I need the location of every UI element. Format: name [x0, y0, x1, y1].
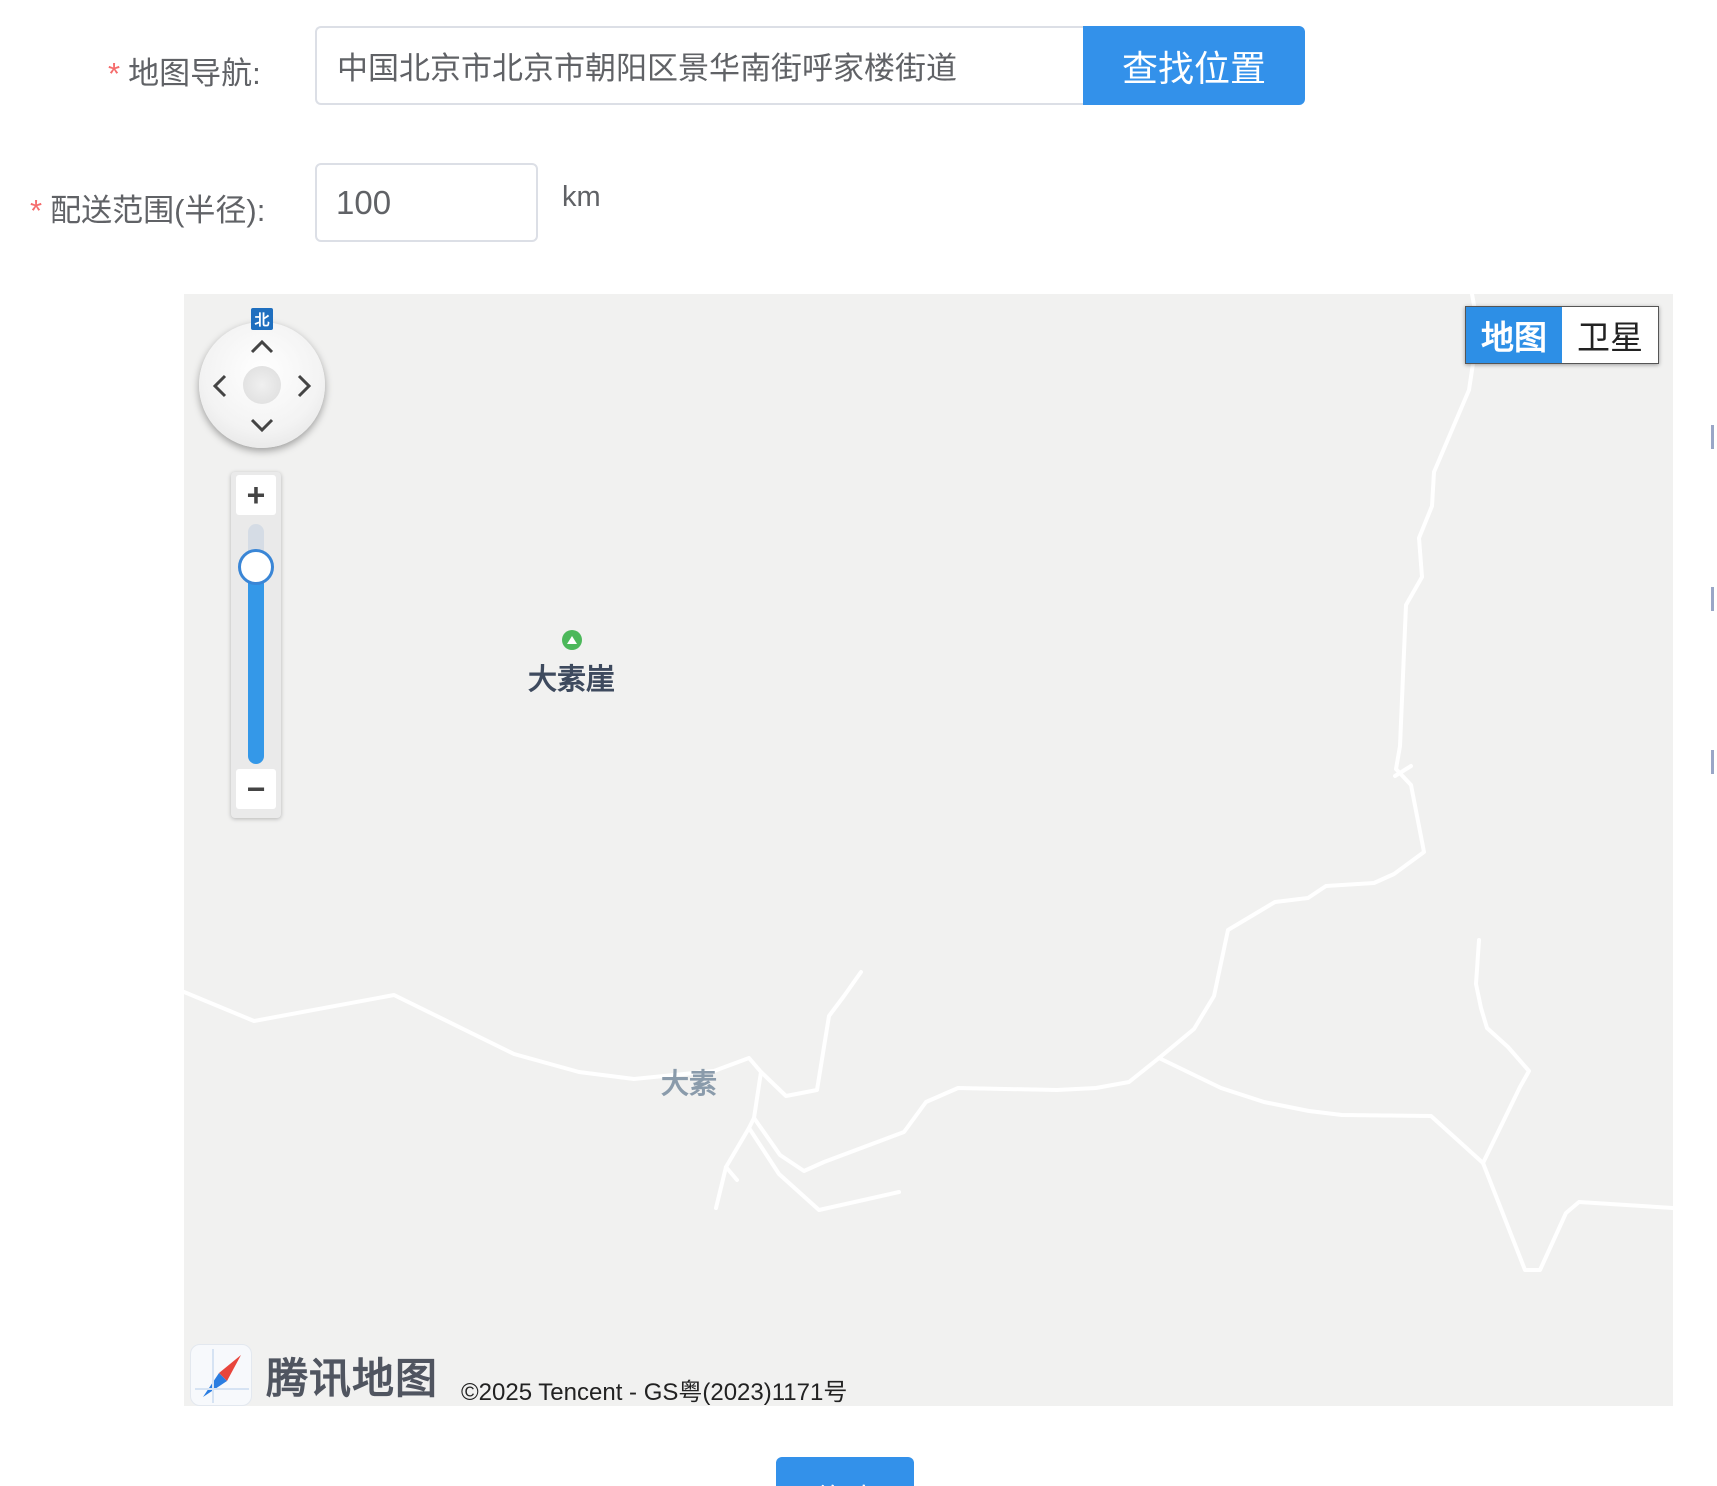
pan-center[interactable]	[243, 366, 281, 404]
pan-up-icon[interactable]	[247, 332, 277, 362]
tencent-map-brand: 腾讯地图	[266, 1354, 439, 1402]
road	[1157, 1056, 1673, 1272]
map-type-satellite[interactable]: 卫星	[1562, 307, 1658, 363]
scrollbar[interactable]	[1709, 0, 1717, 1486]
road	[1157, 294, 1479, 1060]
map-type-toggle: 地图 卫星	[1465, 306, 1659, 364]
required-star: *	[108, 56, 121, 91]
radius-input-value: 100	[336, 183, 392, 221]
map-roads	[184, 294, 1673, 1272]
pan-left-icon[interactable]	[205, 371, 235, 401]
pan-control: 北	[199, 308, 329, 448]
map-copyright: ©2025 Tencent - GS粤(2023)1171号	[461, 1379, 848, 1406]
map-canvas[interactable]: 北 + − 地图 卫星 大素崖 大素 腾讯地图 ©2025 Tencent - …	[184, 294, 1673, 1406]
zoom-out-button[interactable]: −	[236, 769, 276, 809]
road	[759, 970, 863, 1098]
tencent-map-logo: 腾讯地图	[190, 1344, 438, 1406]
pan-right-icon[interactable]	[289, 371, 319, 401]
map-type-map[interactable]: 地图	[1466, 307, 1562, 363]
radius-input[interactable]: 100	[315, 163, 538, 242]
radius-label-text: 配送范围(半径):	[50, 193, 266, 228]
zoom-slider-fill	[248, 567, 264, 764]
zoom-control: + −	[231, 472, 281, 818]
road	[724, 1165, 739, 1182]
road	[1474, 938, 1531, 1165]
mountain-icon	[567, 636, 577, 644]
address-label: * 地图导航:	[108, 48, 261, 93]
place-label: 大素	[661, 1068, 718, 1099]
radius-label: * 配送范围(半径):	[30, 185, 265, 230]
road	[752, 1056, 1161, 1173]
required-star: *	[30, 193, 43, 228]
address-label-text: 地图导航:	[128, 56, 261, 91]
zoom-in-button[interactable]: +	[236, 475, 276, 515]
zoom-slider-handle[interactable]	[238, 549, 274, 586]
radius-unit: km	[562, 181, 601, 213]
submit-button[interactable]: 修改	[776, 1457, 914, 1486]
compass-needle-icon	[195, 1349, 249, 1403]
tencent-map-logo-icon	[190, 1344, 252, 1406]
poi-label[interactable]: 大素崖	[528, 656, 615, 698]
north-indicator: 北	[251, 308, 273, 330]
mountain-poi-icon[interactable]	[562, 630, 582, 650]
address-input-value: 中国北京市北京市朝阳区景华南街呼家楼街道	[337, 51, 957, 86]
address-input[interactable]: 中国北京市北京市朝阳区景华南街呼家楼街道	[315, 26, 1084, 105]
pan-down-icon[interactable]	[247, 410, 277, 440]
search-location-button[interactable]: 查找位置	[1083, 26, 1305, 105]
